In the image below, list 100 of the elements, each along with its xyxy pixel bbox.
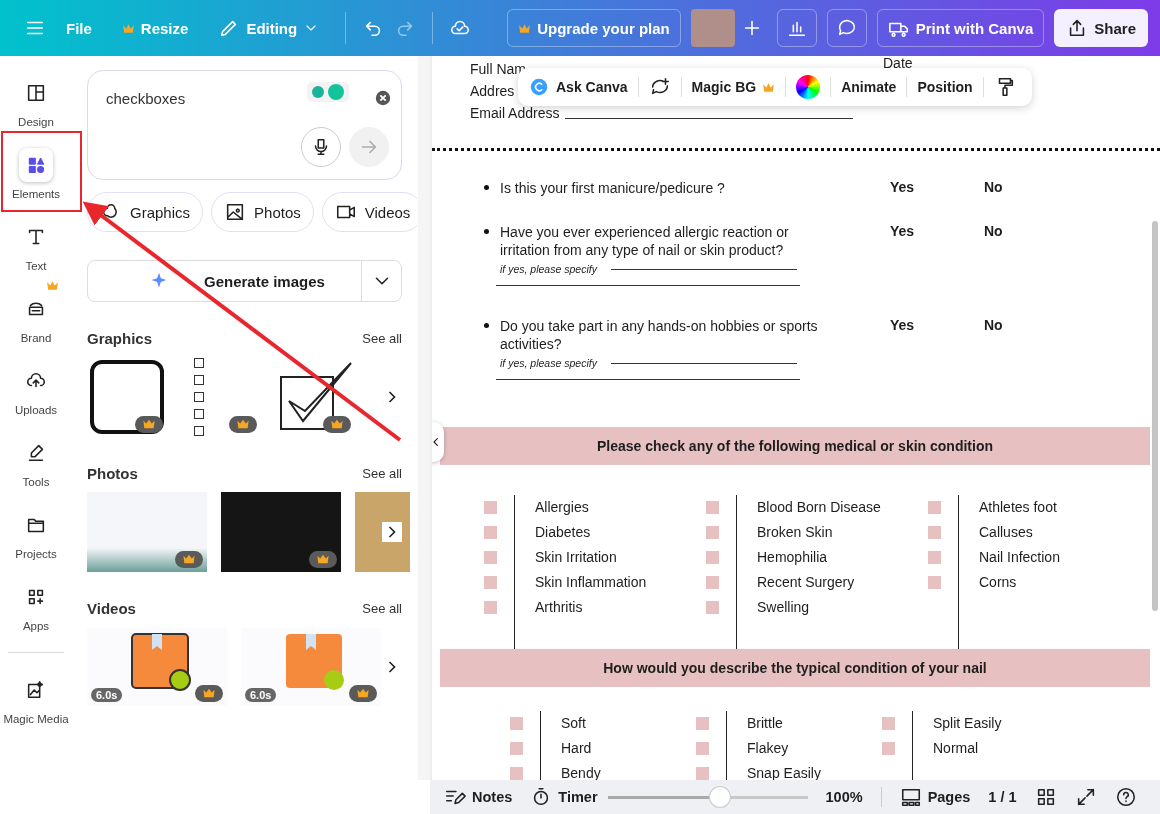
yes-option: Yes bbox=[890, 317, 984, 333]
field-label: Addres bbox=[470, 82, 515, 101]
layout-icon bbox=[25, 82, 47, 104]
share-button[interactable]: Share bbox=[1054, 9, 1148, 47]
sidebar-tab[interactable]: Apps bbox=[1, 580, 71, 632]
photo-placeholder[interactable] bbox=[221, 492, 341, 572]
no-option: No bbox=[984, 223, 1078, 239]
checkbox[interactable] bbox=[706, 551, 719, 564]
chart-button[interactable] bbox=[776, 9, 817, 47]
help-icon[interactable] bbox=[1114, 786, 1137, 808]
scrollbar[interactable] bbox=[418, 56, 430, 780]
zoom-percentage: 100% bbox=[825, 789, 863, 805]
upgrade-button[interactable]: Upgrade your plan bbox=[507, 9, 681, 47]
question-text: Have you ever experienced allergic reaction or irritation from any type of nail or skin product? bbox=[500, 223, 790, 259]
yes-option: Yes bbox=[890, 179, 984, 195]
section-heading: How would you describe the typical condition of your nail bbox=[603, 660, 987, 676]
page-counter: 1 / 1 bbox=[988, 789, 1017, 805]
color-wheel-icon[interactable] bbox=[796, 75, 821, 99]
duration-badge: 6.0s bbox=[245, 688, 277, 702]
condition-label: Corns bbox=[979, 573, 1018, 592]
checkbox[interactable] bbox=[706, 576, 719, 589]
sidebar-tab[interactable]: Text bbox=[1, 220, 71, 272]
crown-badge bbox=[135, 416, 163, 433]
checkbox[interactable] bbox=[706, 526, 719, 539]
checkbox[interactable] bbox=[706, 501, 719, 514]
scrollbar[interactable] bbox=[1152, 221, 1158, 611]
checkbox[interactable] bbox=[484, 601, 497, 614]
field-label: Email Address bbox=[470, 104, 560, 123]
checkbox[interactable] bbox=[928, 576, 941, 589]
condition-label: Hemophilia bbox=[757, 548, 829, 567]
checkbox[interactable] bbox=[928, 501, 941, 514]
sidebar-tab[interactable]: Brand bbox=[1, 292, 71, 344]
see-all-link[interactable]: See all bbox=[362, 601, 402, 616]
comment-button[interactable] bbox=[826, 9, 867, 47]
checkbox[interactable] bbox=[510, 742, 523, 755]
section-title: Graphics bbox=[87, 330, 153, 347]
print-button[interactable]: Print with Canva bbox=[876, 9, 1045, 47]
video-thumbnail[interactable]: 6.0s bbox=[241, 628, 381, 706]
notes-button[interactable]: Notes bbox=[444, 786, 513, 808]
avatar-placeholder[interactable] bbox=[690, 9, 735, 47]
see-all-link[interactable]: See all bbox=[362, 331, 402, 346]
animate-button[interactable]: Animate bbox=[841, 79, 897, 95]
sidebar-tab[interactable]: Uploads bbox=[1, 364, 71, 416]
checkbox[interactable] bbox=[696, 742, 709, 755]
ask-canva-button[interactable]: Ask Canva bbox=[528, 76, 628, 98]
photo-placeholder[interactable] bbox=[87, 492, 207, 572]
magic-bg-button[interactable]: Magic BG bbox=[691, 79, 776, 95]
sidebar-tab[interactable]: Design bbox=[1, 76, 71, 128]
checkbox[interactable] bbox=[510, 717, 523, 730]
section-title: Photos bbox=[87, 465, 138, 482]
condition-label: Recent Surgery bbox=[757, 573, 856, 592]
checkbox[interactable] bbox=[928, 526, 941, 539]
checkbox[interactable] bbox=[484, 576, 497, 589]
rounded-square-graphic[interactable] bbox=[87, 357, 167, 437]
no-option: No bbox=[984, 179, 1078, 195]
position-button[interactable]: Position bbox=[917, 79, 973, 95]
timer-button[interactable]: Timer bbox=[530, 786, 598, 808]
checkbox[interactable] bbox=[696, 767, 709, 780]
condition-label: Calluses bbox=[979, 523, 1034, 542]
checkbox[interactable] bbox=[882, 717, 895, 730]
pages-icon bbox=[899, 786, 922, 808]
sidebar-tab[interactable]: Tools bbox=[1, 436, 71, 488]
crown-badge bbox=[309, 551, 337, 568]
question-text: Is this your first manicure/pedicure ? bbox=[500, 179, 726, 197]
checkbox[interactable] bbox=[484, 526, 497, 539]
crown-badge bbox=[349, 685, 377, 702]
condition-label: Skin Irritation bbox=[535, 548, 618, 567]
checkbox[interactable] bbox=[928, 551, 941, 564]
checkbox[interactable] bbox=[696, 717, 709, 730]
condition-label: Broken Skin bbox=[757, 523, 834, 542]
sidebar-tab[interactable]: Magic Media bbox=[1, 673, 71, 725]
slider-thumb[interactable] bbox=[710, 787, 731, 807]
crown-badge bbox=[195, 685, 223, 702]
see-all-link[interactable]: See all bbox=[362, 466, 402, 481]
checkbox[interactable] bbox=[484, 501, 497, 514]
video-thumbnail[interactable]: 6.0s bbox=[87, 628, 227, 706]
checkbox[interactable] bbox=[882, 742, 895, 755]
clear-icon[interactable] bbox=[374, 89, 392, 107]
zoom-slider[interactable] bbox=[607, 787, 808, 807]
specify-label: if yes, please specify bbox=[500, 357, 597, 369]
checkbox[interactable] bbox=[510, 767, 523, 780]
crown-badge bbox=[323, 416, 351, 433]
checkbox[interactable] bbox=[484, 551, 497, 564]
condition-label: Snap Easily bbox=[747, 764, 821, 780]
bullet-icon bbox=[484, 229, 489, 234]
crown-icon bbox=[518, 22, 532, 34]
search-field[interactable]: checkboxes bbox=[104, 89, 288, 108]
sidebar-tab[interactable]: Projects bbox=[1, 508, 71, 560]
extension-icon[interactable] bbox=[306, 81, 350, 103]
specify-label: if yes, please specify bbox=[500, 263, 597, 275]
checkbox[interactable] bbox=[706, 601, 719, 614]
condition-label: Allergies bbox=[535, 498, 590, 517]
pages-button[interactable]: Pages bbox=[899, 786, 971, 808]
bullet-icon bbox=[484, 323, 489, 328]
bullet-icon bbox=[484, 185, 489, 190]
sidebar-tab[interactable]: Elements bbox=[1, 148, 71, 200]
crown-icon bbox=[762, 81, 776, 93]
duration-badge: 6.0s bbox=[91, 688, 123, 702]
submit-button[interactable] bbox=[349, 127, 389, 167]
next-icon[interactable] bbox=[382, 522, 402, 542]
